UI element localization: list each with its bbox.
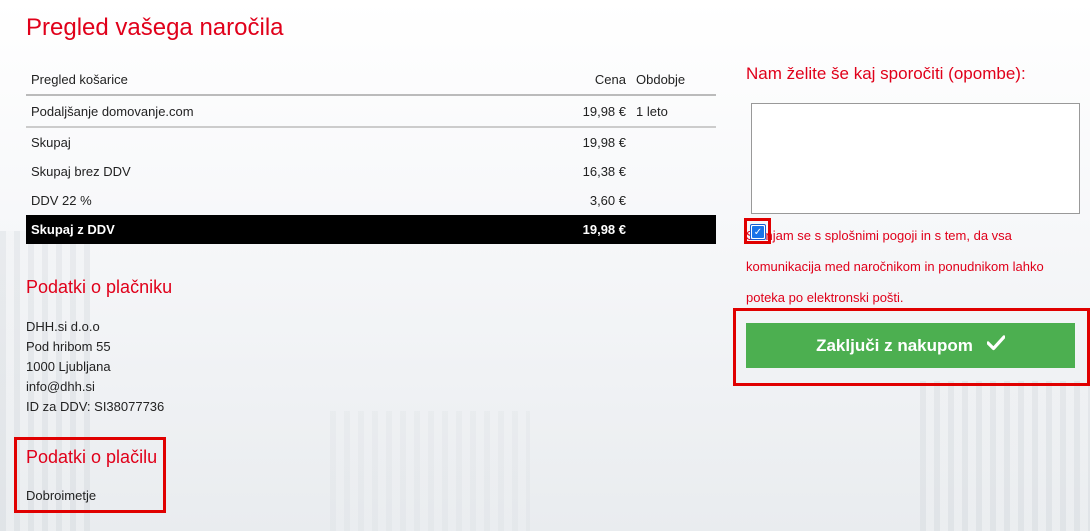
total-value: 19,98 € [551,215,631,244]
cart-item-row: Podaljšanje domovanje.com 19,98 € 1 leto [26,95,716,128]
cart-table: Pregled košarice Cena Obdobje Podaljšanj… [26,64,716,244]
summary-row: Skupaj brez DDV 16,38 € [26,157,716,186]
item-period: 1 leto [631,95,716,128]
summary-label: DDV 22 % [31,193,92,208]
column-header-price: Cena [551,64,631,96]
payer-section: Podatki o plačniku DHH.si d.o.o Pod hrib… [26,277,172,417]
notes-label: Nam želite še kaj sporočiti (opombe): [746,64,1026,83]
payer-line: DHH.si d.o.o [26,319,100,334]
total-row: Skupaj z DDV 19,98 € [26,215,716,244]
payer-heading: Podatki o plačniku [26,277,173,297]
summary-value: 19,98 € [582,135,626,150]
summary-value: 3,60 € [589,193,626,208]
summary-label: Skupaj [31,135,71,150]
cart-header-row: Pregled košarice Cena Obdobje [26,64,716,96]
column-header-period: Obdobje [631,64,716,96]
highlight-box [733,308,1090,386]
column-header-item: Pregled košarice [26,64,551,96]
payer-line: ID za DDV: SI38077736 [26,399,165,414]
payer-line: info@dhh.si [26,379,95,394]
item-price: 19,98 € [551,95,631,128]
highlight-box [744,218,771,244]
page-title: Pregled vašega naročila [26,14,284,41]
background-decoration [330,411,530,531]
summary-row: Skupaj 19,98 € [26,127,716,157]
summary-label: Skupaj brez DDV [31,164,131,179]
total-label: Skupaj z DDV [26,215,551,244]
item-name: Podaljšanje domovanje.com [26,95,551,128]
notes-textarea[interactable] [751,103,1080,214]
payer-line: Pod hribom 55 [26,339,111,354]
payer-line: 1000 Ljubljana [26,359,111,374]
highlight-box [14,437,166,513]
summary-row: DDV 22 % 3,60 € [26,186,716,215]
background-decoration [920,381,1090,531]
summary-value: 16,38 € [582,164,626,179]
terms-text: Strinjam se s splošnimi pogoji in s tem,… [746,228,1044,305]
